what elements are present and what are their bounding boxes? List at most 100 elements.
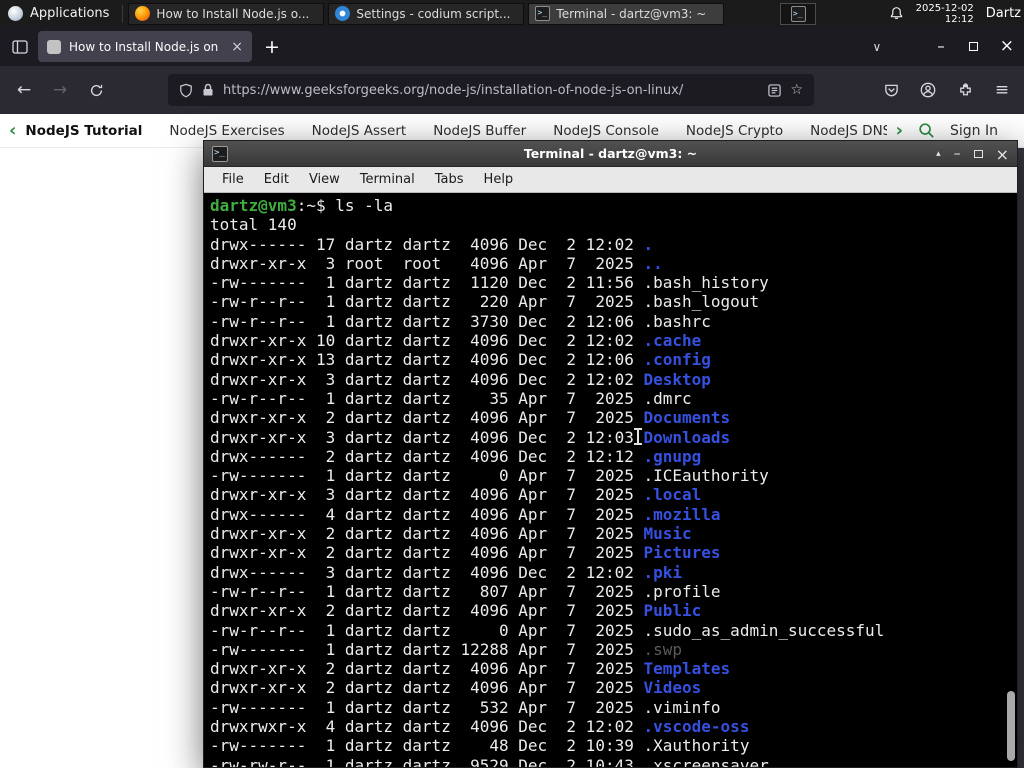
bookmark-star-icon[interactable]: ☆	[790, 82, 803, 98]
file-name: .	[643, 234, 654, 254]
terminal-listing-line: drwx------ 4 dartz dartz 4096 Apr 7 2025…	[210, 504, 721, 524]
file-name: .gnupg	[643, 446, 702, 466]
minimize-button[interactable]: –	[954, 146, 961, 162]
taskbar-window-title: Terminal - dartz@vm3: ~	[556, 6, 707, 21]
clock-date: 2025-12-02	[915, 2, 974, 14]
tab-favicon	[47, 39, 61, 54]
close-button[interactable]: ×	[996, 145, 1009, 164]
terminal-listing-line: -rw------- 1 dartz dartz 48 Dec 2 10:39 …	[210, 736, 750, 756]
taskbar-window-settings[interactable]: Settings - codium script...	[328, 2, 525, 25]
file-name: .xscreensaver	[643, 755, 769, 767]
pocket-icon[interactable]	[876, 74, 906, 106]
tab-bar-controls: ∨ – ×	[872, 38, 1024, 55]
url-bar[interactable]: https://www.geeksforgeeks.org/node-js/in…	[168, 74, 814, 106]
search-icon[interactable]	[918, 122, 935, 139]
terminal-menu-item[interactable]: View	[299, 172, 350, 187]
terminal-listing-line: -rw-r--r-- 1 dartz dartz 807 Apr 7 2025 …	[210, 581, 721, 601]
toolbar-right-icons: ≡	[876, 74, 1024, 106]
url-text[interactable]: https://www.geeksforgeeks.org/node-js/in…	[223, 83, 759, 98]
terminal-menu-item[interactable]: Help	[474, 172, 524, 187]
user-label[interactable]: Dartz	[986, 6, 1021, 21]
terminal-icon: >_	[535, 6, 551, 21]
back-button[interactable]: ←	[8, 74, 40, 106]
window-maximize-button[interactable]	[968, 42, 978, 51]
taskbar-window-firefox[interactable]: How to Install Node.js o...	[128, 2, 325, 25]
terminal-menubar: File Edit View Terminal Tabs Help	[204, 167, 1017, 193]
terminal-title: Terminal - dartz@vm3: ~	[523, 146, 698, 161]
terminal-scrollbar-thumb[interactable]	[1007, 691, 1015, 761]
extensions-icon[interactable]	[950, 74, 980, 106]
file-name: .bashrc	[643, 311, 711, 331]
file-name: .config	[643, 350, 711, 370]
file-name: ..	[643, 253, 663, 273]
nav-scroll-right-icon[interactable]: ›	[887, 120, 912, 141]
file-name: Documents	[643, 408, 731, 428]
account-icon[interactable]	[913, 74, 943, 106]
file-name: .pki	[643, 562, 683, 582]
site-nav-item[interactable]: NodeJS Assert	[312, 123, 407, 139]
terminal-listing-line: drwxr-xr-x 2 dartz dartz 4096 Apr 7 2025…	[210, 524, 692, 544]
reader-mode-icon[interactable]	[768, 83, 782, 97]
taskbar-window-title: Settings - codium script...	[356, 6, 511, 21]
tracking-shield-icon[interactable]	[179, 83, 193, 98]
gfg-nav-items: NodeJS Tutorial NodeJS Exercises NodeJS As…	[25, 123, 886, 139]
terminal-listing-line: drwx------ 17 dartz dartz 4096 Dec 2 12:…	[210, 234, 654, 254]
terminal-listing-line: drwxr-xr-x 2 dartz dartz 4096 Apr 7 2025…	[210, 659, 731, 679]
nav-scroll-left-icon[interactable]: ‹	[0, 120, 25, 141]
window-close-button[interactable]: ×	[1000, 38, 1014, 55]
reload-icon[interactable]	[80, 74, 112, 106]
site-nav-item[interactable]: NodeJS Exercises	[169, 123, 284, 139]
terminal-menu-item[interactable]: Terminal	[350, 172, 425, 187]
browser-tab-active[interactable]: How to Install Node.js on ×	[38, 31, 252, 62]
terminal-menu-item[interactable]: File	[212, 172, 254, 187]
terminal-listing-line: drwxr-xr-x 3 dartz dartz 4096 Dec 2 12:0…	[210, 369, 711, 389]
tab-close-icon[interactable]: ×	[231, 40, 243, 54]
terminal-listing-line: -rw------- 1 dartz dartz 0 Apr 7 2025 .I…	[210, 466, 769, 486]
site-nav-item[interactable]: NodeJS Crypto	[686, 123, 783, 139]
terminal-listing-line: drwxr-xr-x 3 dartz dartz 4096 Apr 7 2025…	[210, 485, 702, 505]
applications-menu[interactable]: Applications	[0, 0, 119, 27]
terminal-listing-line: drwxr-xr-x 13 dartz dartz 4096 Dec 2 12:…	[210, 350, 711, 370]
terminal-listing-line: -rw-r--r-- 1 dartz dartz 35 Apr 7 2025 .…	[210, 388, 692, 408]
hamburger-menu-icon[interactable]: ≡	[987, 74, 1017, 106]
shade-button[interactable]: ▴	[936, 149, 941, 159]
terminal-launcher[interactable]: >_	[780, 2, 817, 25]
terminal-listing-line: -rw------- 1 dartz dartz 1120 Dec 2 11:5…	[210, 273, 769, 293]
desktop: Applications How to Install Node.js o...…	[0, 0, 1024, 768]
taskbar-right: 2025-12-02 12:12 Dartz	[889, 3, 1024, 25]
file-name: .Xauthority	[643, 736, 750, 756]
sign-in-button[interactable]: Sign In	[950, 123, 998, 139]
site-nav-item[interactable]: NodeJS Buffer	[433, 123, 526, 139]
typed-command: ls -la	[335, 196, 394, 215]
notification-bell-icon[interactable]	[889, 6, 904, 21]
terminal-listing-line: drwx------ 2 dartz dartz 4096 Dec 2 12:1…	[210, 446, 702, 466]
lock-icon[interactable]	[202, 83, 214, 97]
terminal-listing: drwx------ 17 dartz dartz 4096 Dec 2 12:…	[210, 235, 1017, 767]
terminal-listing-line: -rw-r--r-- 1 dartz dartz 0 Apr 7 2025 .s…	[210, 620, 885, 640]
terminal-listing-line: drwxr-xr-x 2 dartz dartz 4096 Apr 7 2025…	[210, 601, 702, 621]
prompt-separator: :	[296, 196, 307, 215]
maximize-button[interactable]	[973, 150, 983, 158]
terminal-menu-item[interactable]: Edit	[254, 172, 299, 187]
applications-label: Applications	[30, 6, 110, 21]
firefox-view-icon[interactable]	[12, 39, 28, 54]
terminal-titlebar[interactable]: >_ Terminal - dartz@vm3: ~ ▴ – ×	[204, 141, 1017, 167]
new-tab-button[interactable]: +	[264, 36, 280, 58]
list-all-tabs-icon[interactable]: ∨	[872, 40, 881, 54]
site-nav-item[interactable]: NodeJS DNS	[810, 123, 886, 139]
file-name: Desktop	[643, 369, 711, 389]
terminal-listing-line: drwxr-xr-x 2 dartz dartz 4096 Apr 7 2025…	[210, 543, 721, 563]
file-name: .ICEauthority	[643, 466, 769, 486]
forward-button[interactable]: →	[44, 74, 76, 106]
clock[interactable]: 2025-12-02 12:12	[916, 3, 974, 25]
site-nav-item[interactable]: NodeJS Console	[553, 123, 659, 139]
file-name: Music	[643, 524, 692, 544]
site-nav-item[interactable]: NodeJS Tutorial	[25, 123, 142, 139]
taskbar-window-terminal[interactable]: >_ Terminal - dartz@vm3: ~	[528, 2, 725, 25]
file-name: Videos	[643, 678, 702, 698]
tab-title: How to Install Node.js on	[69, 39, 219, 54]
terminal-listing-line: drwx------ 3 dartz dartz 4096 Dec 2 12:0…	[210, 562, 683, 582]
terminal-output[interactable]: dartz@vm3:~$ ls -la total 140 drwx------…	[204, 193, 1017, 767]
terminal-menu-item[interactable]: Tabs	[425, 172, 474, 187]
window-minimize-button[interactable]: –	[937, 39, 945, 54]
